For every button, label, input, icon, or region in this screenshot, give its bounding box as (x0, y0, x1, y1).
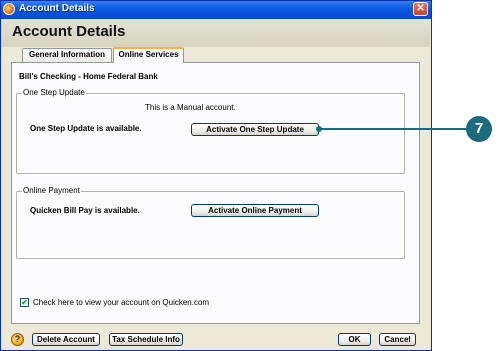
one-step-update-status: One Step Update is available. (30, 124, 142, 133)
cancel-button[interactable]: Cancel (379, 333, 416, 346)
account-name: Bill's Checking - Home Federal Bank (19, 72, 158, 81)
window-title: Account Details (19, 3, 95, 14)
activate-one-step-update-button[interactable]: Activate One Step Update (191, 123, 319, 136)
manual-account-note: This is a Manual account. (145, 103, 236, 112)
callout-dot (316, 126, 322, 132)
quicken-app-icon (3, 3, 15, 15)
ok-button[interactable]: OK (338, 333, 371, 346)
tab-online-services[interactable]: Online Services (113, 47, 184, 63)
view-on-quicken-checkbox[interactable]: ✔ (20, 298, 29, 307)
activate-online-payment-button[interactable]: Activate Online Payment (191, 204, 319, 217)
page-title: Account Details (12, 23, 126, 40)
callout-line (320, 128, 467, 130)
view-on-quicken-label[interactable]: Check here to view your account on Quick… (33, 298, 209, 307)
online-payment-legend: Online Payment (22, 186, 81, 195)
online-payment-status: Quicken Bill Pay is available. (30, 206, 140, 215)
tab-general-information[interactable]: General Information (22, 48, 112, 62)
close-button[interactable]: ✕ (413, 2, 428, 16)
tax-schedule-info-button[interactable]: Tax Schedule Info (109, 333, 183, 346)
help-icon[interactable]: ? (11, 333, 24, 346)
delete-account-button[interactable]: Delete Account (32, 333, 100, 346)
online-payment-group (16, 191, 405, 259)
callout-badge: 7 (466, 116, 492, 142)
one-step-update-legend: One Step Update (22, 88, 86, 97)
